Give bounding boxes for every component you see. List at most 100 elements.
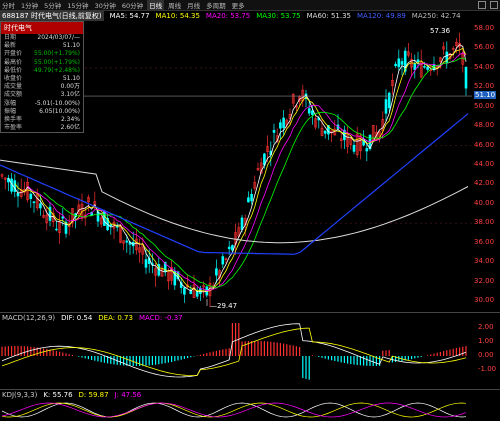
- candle-body: [240, 217, 244, 230]
- candle-body: [464, 67, 468, 89]
- candle-body: [311, 110, 314, 115]
- candle-body: [215, 268, 218, 276]
- info-value: -5.01(-10.00%): [34, 99, 80, 107]
- info-row: 换手率 2.34%: [1, 116, 83, 124]
- candle-body: [272, 130, 276, 133]
- candle-body: [144, 259, 148, 268]
- info-value: 55.00(+1.79%): [34, 58, 80, 66]
- macd-dea: DEA: 0.73: [98, 314, 133, 322]
- ma-label: MA10: 54.35: [155, 12, 200, 20]
- macd-header: MACD(12,26,9) DIF: 0.54 DEA: 0.73 MACD: …: [2, 314, 183, 322]
- macd-tick: -1.00: [478, 365, 497, 373]
- candle-body: [352, 144, 356, 152]
- price-tick: 44.00: [474, 160, 495, 168]
- ma-label: MA5: 54.77: [109, 12, 150, 20]
- info-row: 最低价 49.79(+2.48%): [1, 67, 83, 75]
- candle-body: [183, 287, 186, 295]
- candle-body: [307, 108, 311, 114]
- candle-body: [250, 194, 253, 202]
- macd-dif: DIF: 0.54: [61, 314, 93, 322]
- kdj-panel[interactable]: KDJ(9,3,3) K: 55.76 D: 59.87 J: 47.56: [0, 389, 500, 421]
- ma-label: MA120: 49.89: [356, 12, 406, 20]
- candle-body: [221, 256, 225, 265]
- price-tick: 52.00: [474, 82, 495, 91]
- period-tab[interactable]: 分时: [0, 0, 17, 10]
- info-label: 最低价: [4, 66, 23, 74]
- price-tick: 50.00: [474, 101, 495, 110]
- info-row: 收盘价 51.10: [1, 75, 83, 83]
- candle-body: [125, 240, 129, 243]
- maximize-icon[interactable]: [490, 1, 498, 9]
- info-row: 涨幅 -5.01(-10.00%): [1, 100, 83, 108]
- period-tab[interactable]: 多周期: [204, 0, 228, 10]
- period-tab[interactable]: 周线: [166, 0, 183, 10]
- info-row: 日期 2024/03/07/—: [1, 34, 83, 42]
- kdj-title: KDJ(9,3,3): [2, 391, 38, 399]
- period-tab[interactable]: 更多: [230, 0, 247, 10]
- info-label: 涨幅: [4, 99, 17, 107]
- candle-body: [32, 201, 36, 203]
- candle-body: [103, 211, 106, 226]
- candle-body: [384, 99, 388, 114]
- candle-body: [227, 246, 231, 250]
- info-value: 2.34%: [60, 115, 80, 123]
- candle-body: [387, 92, 391, 109]
- candle-body: [416, 59, 420, 62]
- price-tick: 48.00: [474, 121, 495, 130]
- candle-body: [426, 66, 429, 70]
- candle-body: [282, 117, 285, 128]
- macd-tick: 0.00: [478, 351, 494, 359]
- candle-body: [109, 224, 113, 227]
- ma120-line: [0, 113, 469, 255]
- period-tab[interactable]: 月线: [185, 0, 202, 10]
- price-tick: 54.00: [474, 62, 495, 71]
- info-value: 55.00(+1.79%): [34, 50, 80, 58]
- candle-body: [400, 61, 404, 65]
- candle-body: [423, 66, 426, 68]
- macd-tick: 1.00: [478, 337, 494, 345]
- macd-title: MACD(12,26,9): [2, 314, 56, 322]
- dif-line: [1, 323, 467, 378]
- info-label: 成交额: [4, 91, 23, 99]
- candle-body: [48, 206, 52, 221]
- info-value: 2.60亿: [60, 124, 80, 132]
- ma-header: 688187 时代电气(日线,前复权) MA5: 54.77 MA10: 54.3…: [0, 11, 500, 21]
- price-tick: 34.00: [474, 257, 495, 266]
- ma-label: MA60: 51.35: [306, 12, 351, 20]
- period-toolbar: 分时 1分钟 5分钟 15分钟 30分钟 60分钟 日线 周线 月线 多周期 更多: [0, 0, 500, 11]
- info-value: 51.10: [62, 74, 80, 82]
- candle-body: [55, 228, 58, 231]
- candle-body: [16, 192, 20, 197]
- info-row: 成交额 3.10亿: [1, 91, 83, 99]
- period-tab[interactable]: 5分钟: [42, 0, 63, 10]
- period-tab[interactable]: 1分钟: [19, 0, 40, 10]
- period-tab[interactable]: 30分钟: [93, 0, 118, 10]
- info-label: 最高价: [4, 58, 23, 66]
- kdj-k: K: 55.76: [43, 391, 73, 399]
- ma-label: MA20: 53.75: [205, 12, 251, 20]
- ma250-line: [0, 159, 469, 244]
- period-tab[interactable]: 15分钟: [65, 0, 90, 10]
- price-tick: 46.00: [474, 140, 495, 149]
- info-value: 2024/03/07/—: [37, 34, 80, 41]
- period-tab[interactable]: 日线: [147, 0, 165, 10]
- kdj-header: KDJ(9,3,3) K: 55.76 D: 59.87 J: 47.56: [2, 391, 141, 399]
- price-tick: 38.00: [474, 218, 495, 227]
- high-price-label: 57.36: [430, 27, 451, 35]
- period-tab[interactable]: 60分钟: [120, 0, 145, 10]
- candle-body: [29, 193, 33, 199]
- ma-label: MA30: 53.75: [256, 12, 301, 20]
- info-label: 振幅: [4, 107, 17, 115]
- info-panel-title: 时代电气: [1, 22, 83, 34]
- candle-body: [247, 197, 250, 203]
- candle-body: [61, 216, 65, 219]
- window-controls: [478, 1, 498, 9]
- info-row: 振幅 6.05(10.00%): [1, 108, 83, 116]
- info-label: 收盘价: [4, 74, 23, 82]
- macd-chart: [1, 323, 467, 380]
- ma20-line: [27, 52, 467, 292]
- price-tick: 40.00: [474, 198, 495, 207]
- settings-icon[interactable]: [478, 1, 486, 9]
- macd-panel[interactable]: MACD(12,26,9) DIF: 0.54 DEA: 0.73 MACD: …: [0, 312, 500, 389]
- info-panel[interactable]: 时代电气 日期 2024/03/07/— 最新 51.10 开盘价 55.00(+1.79…: [0, 21, 84, 133]
